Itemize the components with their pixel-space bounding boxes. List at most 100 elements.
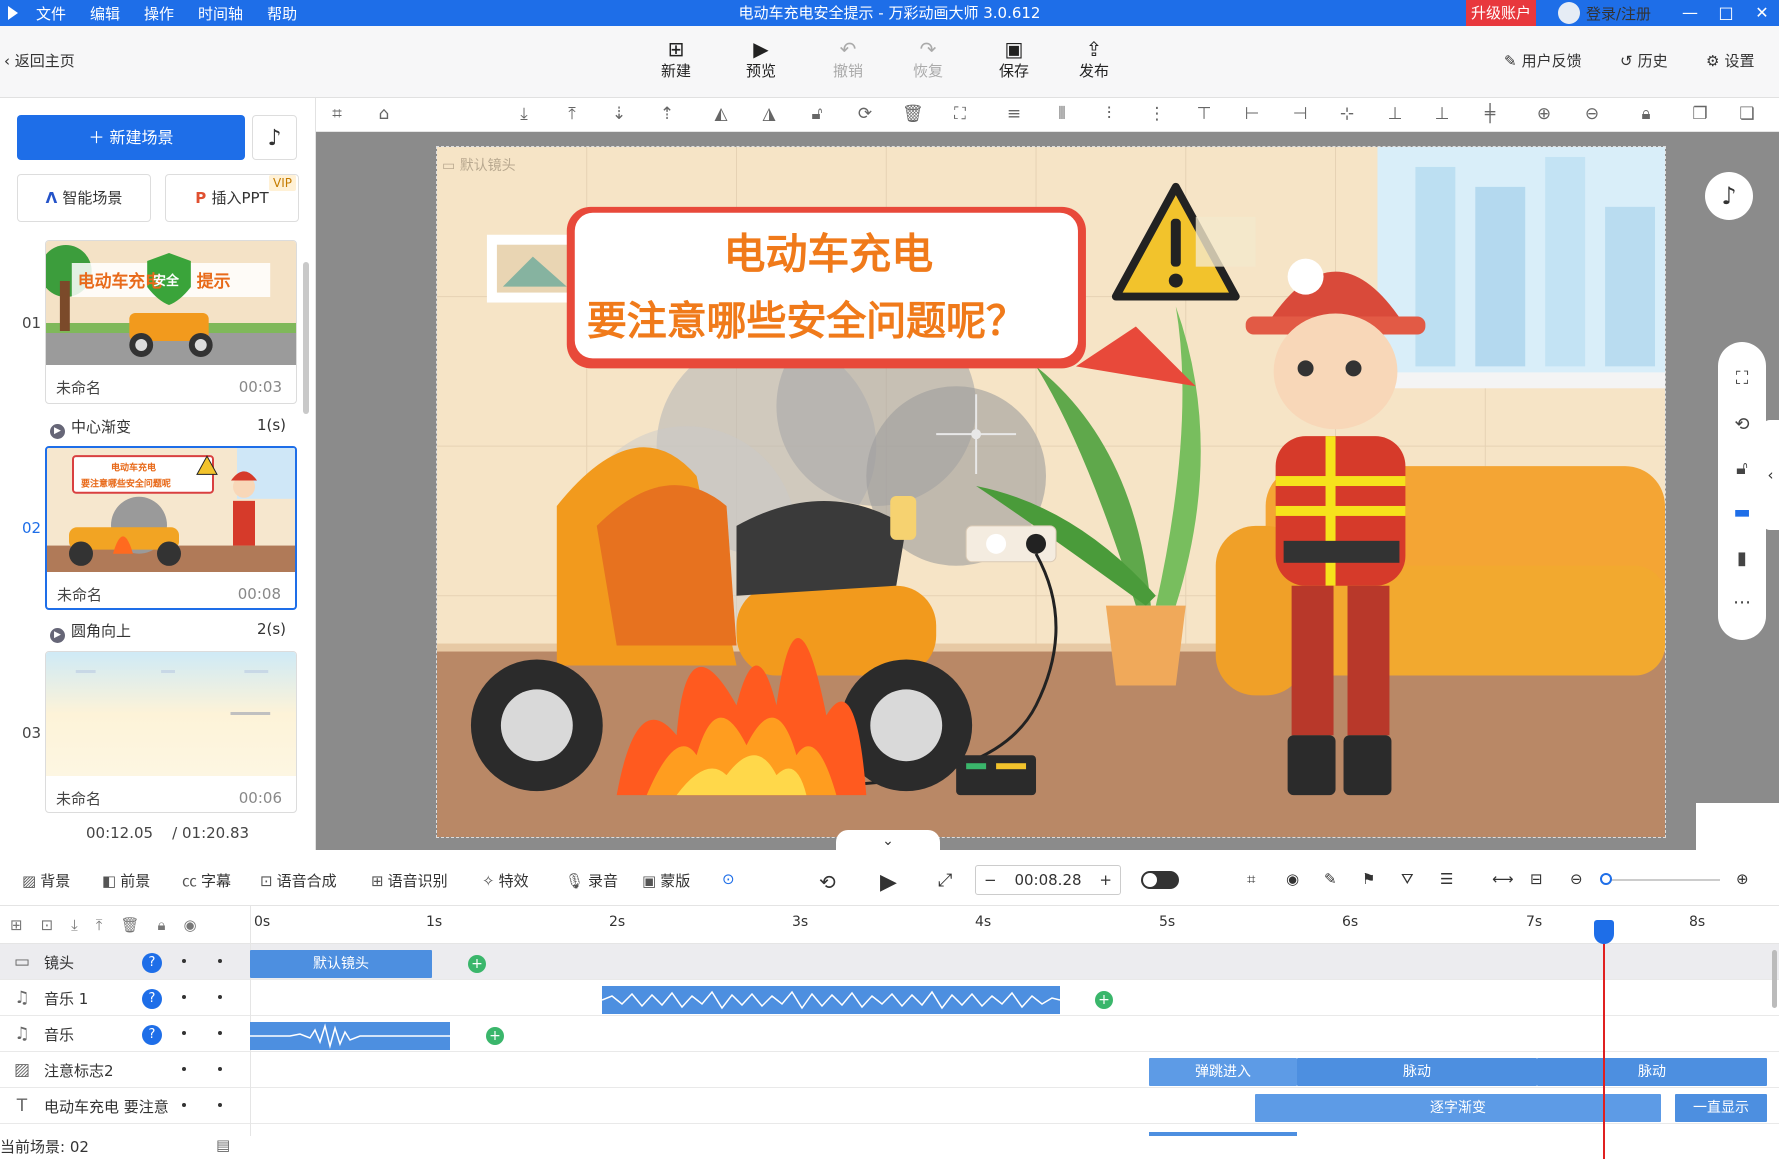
delete-icon[interactable]: 🗑︎ xyxy=(902,104,924,124)
transition-item[interactable]: ▶ 中心渐变 1(s) xyxy=(50,416,286,439)
fit-icon[interactable]: ⛶ xyxy=(950,104,970,124)
play-icon[interactable]: ▶ xyxy=(880,870,897,895)
login-button[interactable]: 登录/注册 xyxy=(1558,0,1651,26)
camera-icon[interactable]: ◉ xyxy=(1286,870,1299,888)
add-keyframe-icon[interactable]: + xyxy=(486,1027,504,1045)
paste-icon[interactable]: ❏ xyxy=(1737,104,1757,124)
scene-card-01[interactable]: 电动车充电 安全 提示 未命名 00:03 xyxy=(45,240,297,404)
fit-frame-icon[interactable]: ⌗ xyxy=(1247,870,1255,888)
zoom-slider-knob[interactable] xyxy=(1600,873,1612,885)
edit-icon[interactable]: ✎ xyxy=(1324,870,1337,888)
copy-icon[interactable]: ❐ xyxy=(1690,104,1710,124)
replay-icon[interactable]: ⟲ xyxy=(819,870,836,894)
minimize-icon[interactable]: — xyxy=(1672,0,1708,26)
actual-size-icon[interactable]: ⊟ xyxy=(1530,870,1543,888)
marker-icon[interactable]: ⚑ xyxy=(1362,870,1375,888)
scene-card-03[interactable]: 未命名 00:06 xyxy=(45,651,297,813)
home-icon[interactable]: ⌂ xyxy=(374,104,394,124)
align-bottom-top-icon[interactable]: ⊥ xyxy=(1385,104,1405,124)
menu-edit[interactable]: 编辑 xyxy=(90,3,120,24)
time-stepper[interactable]: −00:08.28 + xyxy=(975,865,1121,895)
zoom-out-icon[interactable]: ⊖ xyxy=(1582,104,1602,124)
save-button[interactable]: ▣ 保存 xyxy=(989,38,1039,81)
side-panel-toggle[interactable]: ‹ xyxy=(1762,420,1779,530)
rotate-icon[interactable]: ⟳ xyxy=(855,104,875,124)
new-button[interactable]: ⊞ 新建 xyxy=(651,38,701,81)
move-down-icon[interactable]: ⇣ xyxy=(609,104,629,124)
preview-toggle[interactable] xyxy=(1141,871,1179,889)
minimap[interactable] xyxy=(1696,803,1779,850)
flip-vertical-icon[interactable]: ◮ xyxy=(759,104,779,124)
menu-timeline[interactable]: 时间轴 xyxy=(198,3,243,24)
fullscreen-icon[interactable]: ⛶ xyxy=(1718,368,1766,389)
transition-item[interactable]: ▶ 圆角向上 2(s) xyxy=(50,620,286,643)
expand-icon[interactable]: ⤢ xyxy=(938,870,952,891)
document-icon[interactable]: ▤ xyxy=(216,1136,230,1154)
speech-recognition-button[interactable]: ⊞ 语音识别 xyxy=(371,870,448,891)
background-music-button[interactable]: ♪ xyxy=(1705,172,1753,220)
distribute-v-icon[interactable]: ⋮ xyxy=(1147,104,1167,124)
redo-button[interactable]: ↷ 恢复 xyxy=(903,38,953,81)
distribute-h-icon[interactable]: ⫶ xyxy=(1099,104,1119,124)
unlock-icon[interactable]: 🔒︎ xyxy=(1636,104,1656,124)
zoom-in-icon[interactable]: ⊕ xyxy=(1736,870,1749,888)
undo-button[interactable]: ↶ 撤销 xyxy=(823,38,873,81)
align-cross-icon[interactable]: ╪ xyxy=(1480,104,1500,124)
plus-icon[interactable]: + xyxy=(1099,871,1112,889)
filter-icon[interactable]: ⛛ xyxy=(1401,870,1414,888)
portrait-icon[interactable]: ▮ xyxy=(1718,548,1766,569)
adjust-icon[interactable]: ☰ xyxy=(1440,870,1453,888)
new-scene-button[interactable]: ＋ 新建场景 xyxy=(17,115,245,160)
landscape-icon[interactable]: ▬ xyxy=(1718,502,1766,523)
align-center-v-icon[interactable]: ⦀ xyxy=(1052,104,1072,124)
tts-button[interactable]: ⊡ 语音合成 xyxy=(260,870,337,891)
move-up-icon[interactable]: ⇡ xyxy=(657,104,677,124)
move-bottom-icon[interactable]: ⤓ xyxy=(514,104,534,124)
align-left-icon[interactable]: ⊢ xyxy=(1242,104,1262,124)
more-options-icon[interactable]: ⊙ xyxy=(722,870,735,888)
lock-layer-icon[interactable]: 🔒︎ xyxy=(157,916,165,934)
scene-list-scrollbar[interactable] xyxy=(303,262,309,414)
close-icon[interactable]: ✕ xyxy=(1744,0,1779,26)
record-button[interactable]: 🎙︎ 录音 xyxy=(565,870,618,891)
feedback-button[interactable]: ✎ 用户反馈 xyxy=(1504,50,1582,71)
move-top-icon[interactable]: ⤒ xyxy=(562,104,582,124)
partial-segment[interactable] xyxy=(1149,1132,1297,1136)
mask-button[interactable]: ▣ 蒙版 xyxy=(642,870,690,891)
help-icon[interactable]: ? xyxy=(142,989,162,1009)
move-layer-down-icon[interactable]: ⤓ xyxy=(71,916,78,934)
typewriter-segment[interactable]: 逐字渐变 xyxy=(1255,1094,1661,1122)
history-button[interactable]: ↺ 历史 xyxy=(1620,50,1668,71)
zoom-in-icon[interactable]: ⊕ xyxy=(1534,104,1554,124)
add-group-icon[interactable]: ⊡ xyxy=(41,916,54,934)
flip-horizontal-icon[interactable]: ◭ xyxy=(711,104,731,124)
audio-waveform-music[interactable] xyxy=(250,1022,450,1050)
preview-button[interactable]: ▶ 预览 xyxy=(736,38,786,81)
effects-button[interactable]: ✧ 特效 xyxy=(482,870,529,891)
menu-file[interactable]: 文件 xyxy=(36,3,66,24)
pulse-segment[interactable]: 脉动 xyxy=(1297,1058,1537,1086)
subtitle-button[interactable]: ㏄字幕 xyxy=(182,870,231,891)
pulse-segment[interactable]: 脉动 xyxy=(1537,1058,1767,1086)
align-right-icon[interactable]: ⊣ xyxy=(1290,104,1310,124)
help-icon[interactable]: ? xyxy=(142,1025,162,1045)
align-bottom-icon[interactable]: ⊥ xyxy=(1432,104,1452,124)
menu-help[interactable]: 帮助 xyxy=(267,3,297,24)
playhead-line[interactable] xyxy=(1603,920,1605,1159)
music-note-button[interactable]: ♪ xyxy=(252,115,297,160)
background-button[interactable]: ▨ 背景 xyxy=(22,870,70,891)
playhead-handle[interactable] xyxy=(1594,920,1614,944)
ruler-icon[interactable]: ⌗ xyxy=(327,104,347,124)
minus-icon[interactable]: − xyxy=(984,871,997,889)
camera-segment[interactable]: 默认镜头 xyxy=(250,950,432,978)
upgrade-button[interactable]: 升级账户 xyxy=(1466,0,1536,26)
smart-scene-button[interactable]: Λ 智能场景 xyxy=(17,174,151,222)
fit-width-icon[interactable]: ⟷ xyxy=(1492,870,1514,888)
settings-button[interactable]: ⚙ 设置 xyxy=(1706,50,1754,71)
collapse-timeline-button[interactable]: ⌄ xyxy=(836,830,940,852)
audio-waveform-music1[interactable] xyxy=(602,986,1060,1014)
bounce-in-segment[interactable]: 弹跳进入 xyxy=(1149,1058,1297,1086)
align-center-h-icon[interactable]: ≡ xyxy=(1004,104,1024,124)
more-icon[interactable]: ⋯ xyxy=(1718,592,1766,613)
zoom-out-icon[interactable]: ⊖ xyxy=(1570,870,1583,888)
